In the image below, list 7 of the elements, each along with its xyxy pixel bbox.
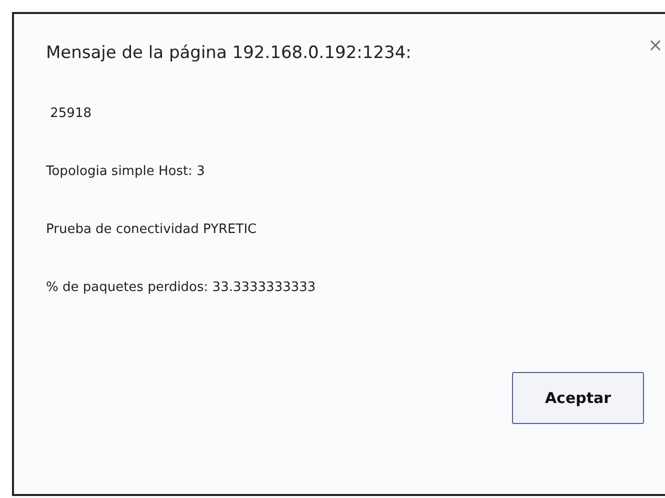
message-text: Topologia simple Host: 3 [46, 163, 205, 181]
message-text: 25918 [49, 105, 92, 123]
message-text: % de paquetes perdidos: 33.3333333333 [46, 279, 316, 297]
message-text: Prueba de conectividad PYRETIC [46, 221, 257, 239]
accept-button[interactable]: Aceptar [512, 372, 644, 424]
close-icon[interactable]: × [648, 36, 663, 56]
dialog-title: Mensaje de la página 192.168.0.192:1234: [46, 42, 412, 65]
